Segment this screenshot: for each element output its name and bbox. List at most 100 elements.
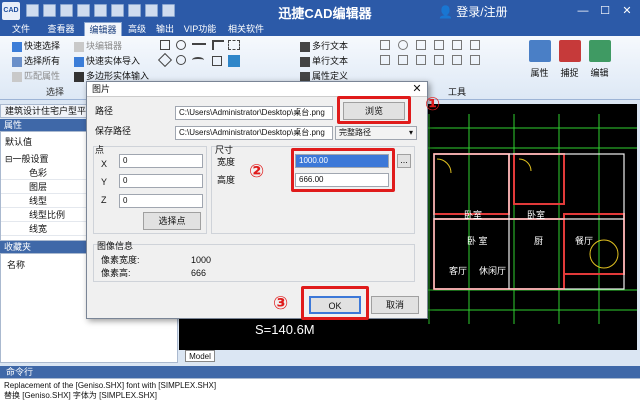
array-tool-icon[interactable] bbox=[470, 40, 480, 50]
move-tool-icon[interactable] bbox=[380, 40, 390, 50]
ok-button[interactable]: OK bbox=[309, 296, 361, 314]
chevron-down-icon: ▾ bbox=[408, 128, 413, 137]
save-mode-select[interactable]: 完整路径 ▾ bbox=[335, 126, 417, 140]
x-field[interactable]: 0 bbox=[119, 154, 203, 168]
undo-icon[interactable] bbox=[128, 4, 141, 17]
block-editor-button[interactable]: 块编辑器 bbox=[74, 40, 122, 52]
pixel-height-value: 666 bbox=[191, 268, 207, 278]
explode-tool-icon[interactable] bbox=[452, 55, 462, 65]
trim-tool-icon[interactable] bbox=[380, 55, 390, 65]
size-browse-button[interactable]: ... bbox=[397, 154, 411, 168]
save-path-field[interactable]: C:\Users\Administrator\Desktop\桌台.png bbox=[175, 126, 333, 140]
snap-big-button[interactable]: 捕捉 bbox=[556, 40, 583, 96]
default-value-label: 默认值 bbox=[5, 137, 33, 147]
multiline-text-button[interactable]: 多行文本 bbox=[300, 40, 348, 52]
pixel-width-label: 像素宽度: bbox=[101, 255, 140, 265]
match-properties-icon bbox=[12, 71, 22, 82]
app-title: 迅捷CAD编辑器 bbox=[278, 6, 372, 21]
spline-tool-icon[interactable] bbox=[212, 56, 222, 66]
dialog-close-button[interactable]: ✕ bbox=[407, 82, 427, 97]
line-tool-icon[interactable] bbox=[192, 43, 206, 45]
single-line-text-icon bbox=[300, 56, 310, 67]
ellipse-tool-icon[interactable] bbox=[176, 55, 186, 65]
room-label-bedroom-2: 卧室 bbox=[527, 210, 546, 220]
tab-editor[interactable]: 编辑器 bbox=[84, 22, 122, 36]
block-editor-icon bbox=[74, 41, 84, 52]
size-label: 尺寸 bbox=[215, 145, 234, 155]
login-button[interactable]: 👤 登录/注册 bbox=[438, 3, 508, 20]
general-section-toggle[interactable]: ⊟一般设置 bbox=[5, 152, 49, 165]
circle-tool-icon[interactable] bbox=[176, 40, 186, 50]
login-label: 登录/注册 bbox=[456, 5, 508, 19]
edit-big-button[interactable]: 编辑 bbox=[586, 40, 613, 96]
mirror-tool-icon[interactable] bbox=[434, 40, 444, 50]
redo-icon[interactable] bbox=[145, 4, 158, 17]
single-line-text-button[interactable]: 单行文本 bbox=[300, 55, 348, 67]
open-folder-icon[interactable] bbox=[43, 4, 56, 17]
tab-vip[interactable]: VIP功能 bbox=[180, 22, 220, 36]
maximize-button[interactable]: ☐ bbox=[598, 4, 612, 18]
tab-related-software[interactable]: 相关软件 bbox=[222, 22, 270, 36]
z-field[interactable]: 0 bbox=[119, 194, 203, 208]
close-button[interactable]: ✕ bbox=[620, 4, 634, 18]
customize-arrow-icon[interactable] bbox=[162, 4, 175, 17]
draw-tools-grid bbox=[157, 40, 300, 82]
quick-select-button[interactable]: 快速选择 bbox=[12, 40, 60, 52]
tab-viewer[interactable]: 查看器 bbox=[42, 22, 80, 36]
copy-icon[interactable] bbox=[111, 4, 124, 17]
app-logo-icon: CAD bbox=[2, 2, 20, 20]
erase-tool-icon[interactable] bbox=[470, 55, 480, 65]
properties-icon bbox=[528, 40, 551, 62]
match-properties-button[interactable]: 匹配属性 bbox=[12, 70, 60, 82]
pixel-width-value: 1000 bbox=[191, 255, 212, 265]
prop-lineweight[interactable]: 线宽 bbox=[1, 222, 91, 236]
rotate-tool-icon[interactable] bbox=[398, 40, 408, 50]
prop-linetype[interactable]: 线型 bbox=[1, 194, 91, 208]
path-field[interactable]: C:\Users\Administrator\Desktop\桌台.png bbox=[175, 106, 333, 120]
prop-color[interactable]: 色彩 bbox=[1, 166, 91, 180]
extend-tool-icon[interactable] bbox=[398, 55, 408, 65]
quick-entity-import-button[interactable]: 快速实体导入 bbox=[74, 55, 140, 67]
tab-output[interactable]: 输出 bbox=[152, 22, 178, 36]
rectangle-tool-icon[interactable] bbox=[160, 40, 170, 50]
prop-linetype-scale[interactable]: 线型比例 bbox=[1, 208, 91, 222]
print-icon[interactable] bbox=[94, 4, 107, 17]
room-label-bedroom-3: 卧 室 bbox=[467, 236, 488, 246]
tools-group-label: 工具 bbox=[448, 87, 467, 97]
y-field[interactable]: 0 bbox=[119, 174, 203, 188]
edit-icon bbox=[588, 40, 611, 62]
new-file-icon[interactable] bbox=[26, 4, 39, 17]
image-tool-icon[interactable] bbox=[228, 55, 240, 67]
scale-tool-icon[interactable] bbox=[416, 40, 426, 50]
width-field[interactable]: 1000.00 bbox=[295, 154, 389, 168]
offset-tool-icon[interactable] bbox=[416, 55, 426, 65]
browse-button[interactable]: 浏览 bbox=[343, 102, 405, 120]
height-field[interactable]: 666.00 bbox=[295, 173, 389, 187]
tab-advanced[interactable]: 高级 bbox=[124, 22, 150, 36]
save-as-icon[interactable] bbox=[77, 4, 90, 17]
tab-file[interactable]: 文件 bbox=[4, 22, 38, 36]
z-label: Z bbox=[101, 195, 107, 205]
select-point-button[interactable]: 选择点 bbox=[143, 212, 201, 230]
arc-tool-icon[interactable] bbox=[192, 57, 204, 63]
model-tab[interactable]: Model bbox=[185, 350, 215, 362]
polyline-tool-icon[interactable] bbox=[212, 40, 224, 50]
point-label: 点 bbox=[95, 145, 105, 155]
select-all-button[interactable]: 选择所有 bbox=[12, 55, 60, 67]
command-header: 命令行 bbox=[0, 366, 640, 378]
image-dialog: 图片 ✕ 路径 C:\Users\Administrator\Desktop\桌… bbox=[86, 81, 440, 320]
select-all-icon bbox=[12, 56, 22, 67]
room-label-kitchen: 厨 bbox=[534, 236, 544, 246]
quick-select-icon bbox=[12, 41, 22, 52]
properties-big-button[interactable]: 属性 bbox=[526, 40, 553, 96]
copy-tool-icon[interactable] bbox=[452, 40, 462, 50]
hatch-tool-icon[interactable] bbox=[228, 40, 240, 50]
prop-layer[interactable]: 图层 bbox=[1, 180, 91, 194]
minimize-button[interactable]: — bbox=[576, 4, 590, 18]
save-icon[interactable] bbox=[60, 4, 73, 17]
user-icon: 👤 bbox=[438, 5, 453, 19]
cancel-button[interactable]: 取消 bbox=[371, 296, 419, 314]
diamond-tool-icon[interactable] bbox=[157, 52, 173, 68]
image-info-group bbox=[93, 244, 415, 282]
fillet-tool-icon[interactable] bbox=[434, 55, 444, 65]
